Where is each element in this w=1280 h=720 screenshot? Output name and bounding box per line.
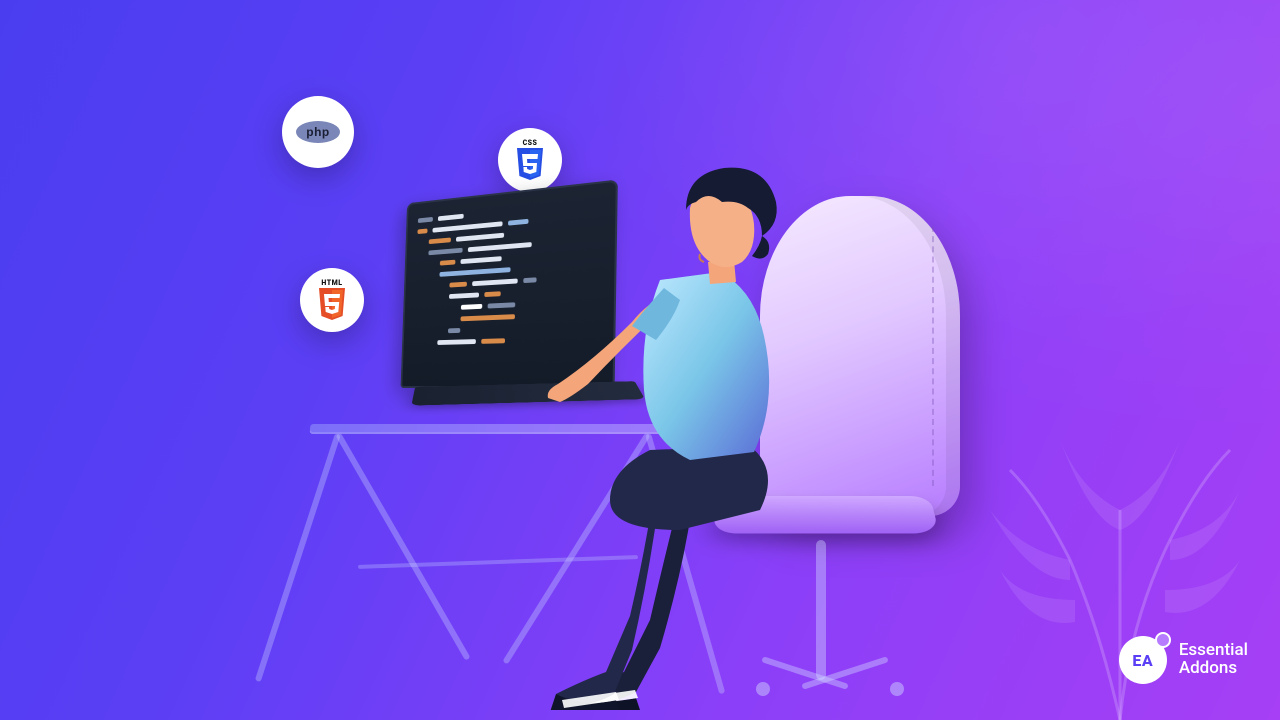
- brand-mark: EA: [1119, 636, 1167, 684]
- brand-name: Essential Addons: [1179, 642, 1248, 678]
- php-badge-label: php: [306, 125, 330, 139]
- css-badge: CSS: [498, 128, 562, 192]
- css-badge-label: CSS: [523, 139, 538, 147]
- laptop-screen: [401, 180, 618, 388]
- brand-lockup: EA Essential Addons: [1119, 636, 1248, 684]
- chair-seat: [711, 496, 940, 533]
- chair-wheel: [756, 682, 770, 696]
- html-badge-label: HTML: [321, 279, 342, 287]
- desk-leg: [502, 432, 650, 664]
- laptop: [386, 188, 646, 438]
- chair-wheel: [890, 682, 904, 696]
- css-icon: [515, 148, 545, 182]
- desk-leg: [335, 433, 470, 661]
- desk-leg: [645, 433, 725, 694]
- html-badge: HTML: [300, 268, 364, 332]
- brand-name-line2: Addons: [1179, 660, 1248, 678]
- php-badge: php: [282, 96, 354, 168]
- chair: [720, 196, 980, 656]
- chair-pole: [816, 540, 826, 680]
- desk-crossbar: [358, 555, 638, 569]
- php-icon: php: [295, 120, 341, 144]
- brand-mark-text: EA: [1132, 651, 1153, 670]
- html-icon: [317, 288, 347, 322]
- desk-leg: [255, 433, 341, 682]
- gear-icon: [1155, 632, 1171, 648]
- hero-illustration: php CSS HTML: [0, 0, 1280, 720]
- chair-back: [760, 196, 960, 516]
